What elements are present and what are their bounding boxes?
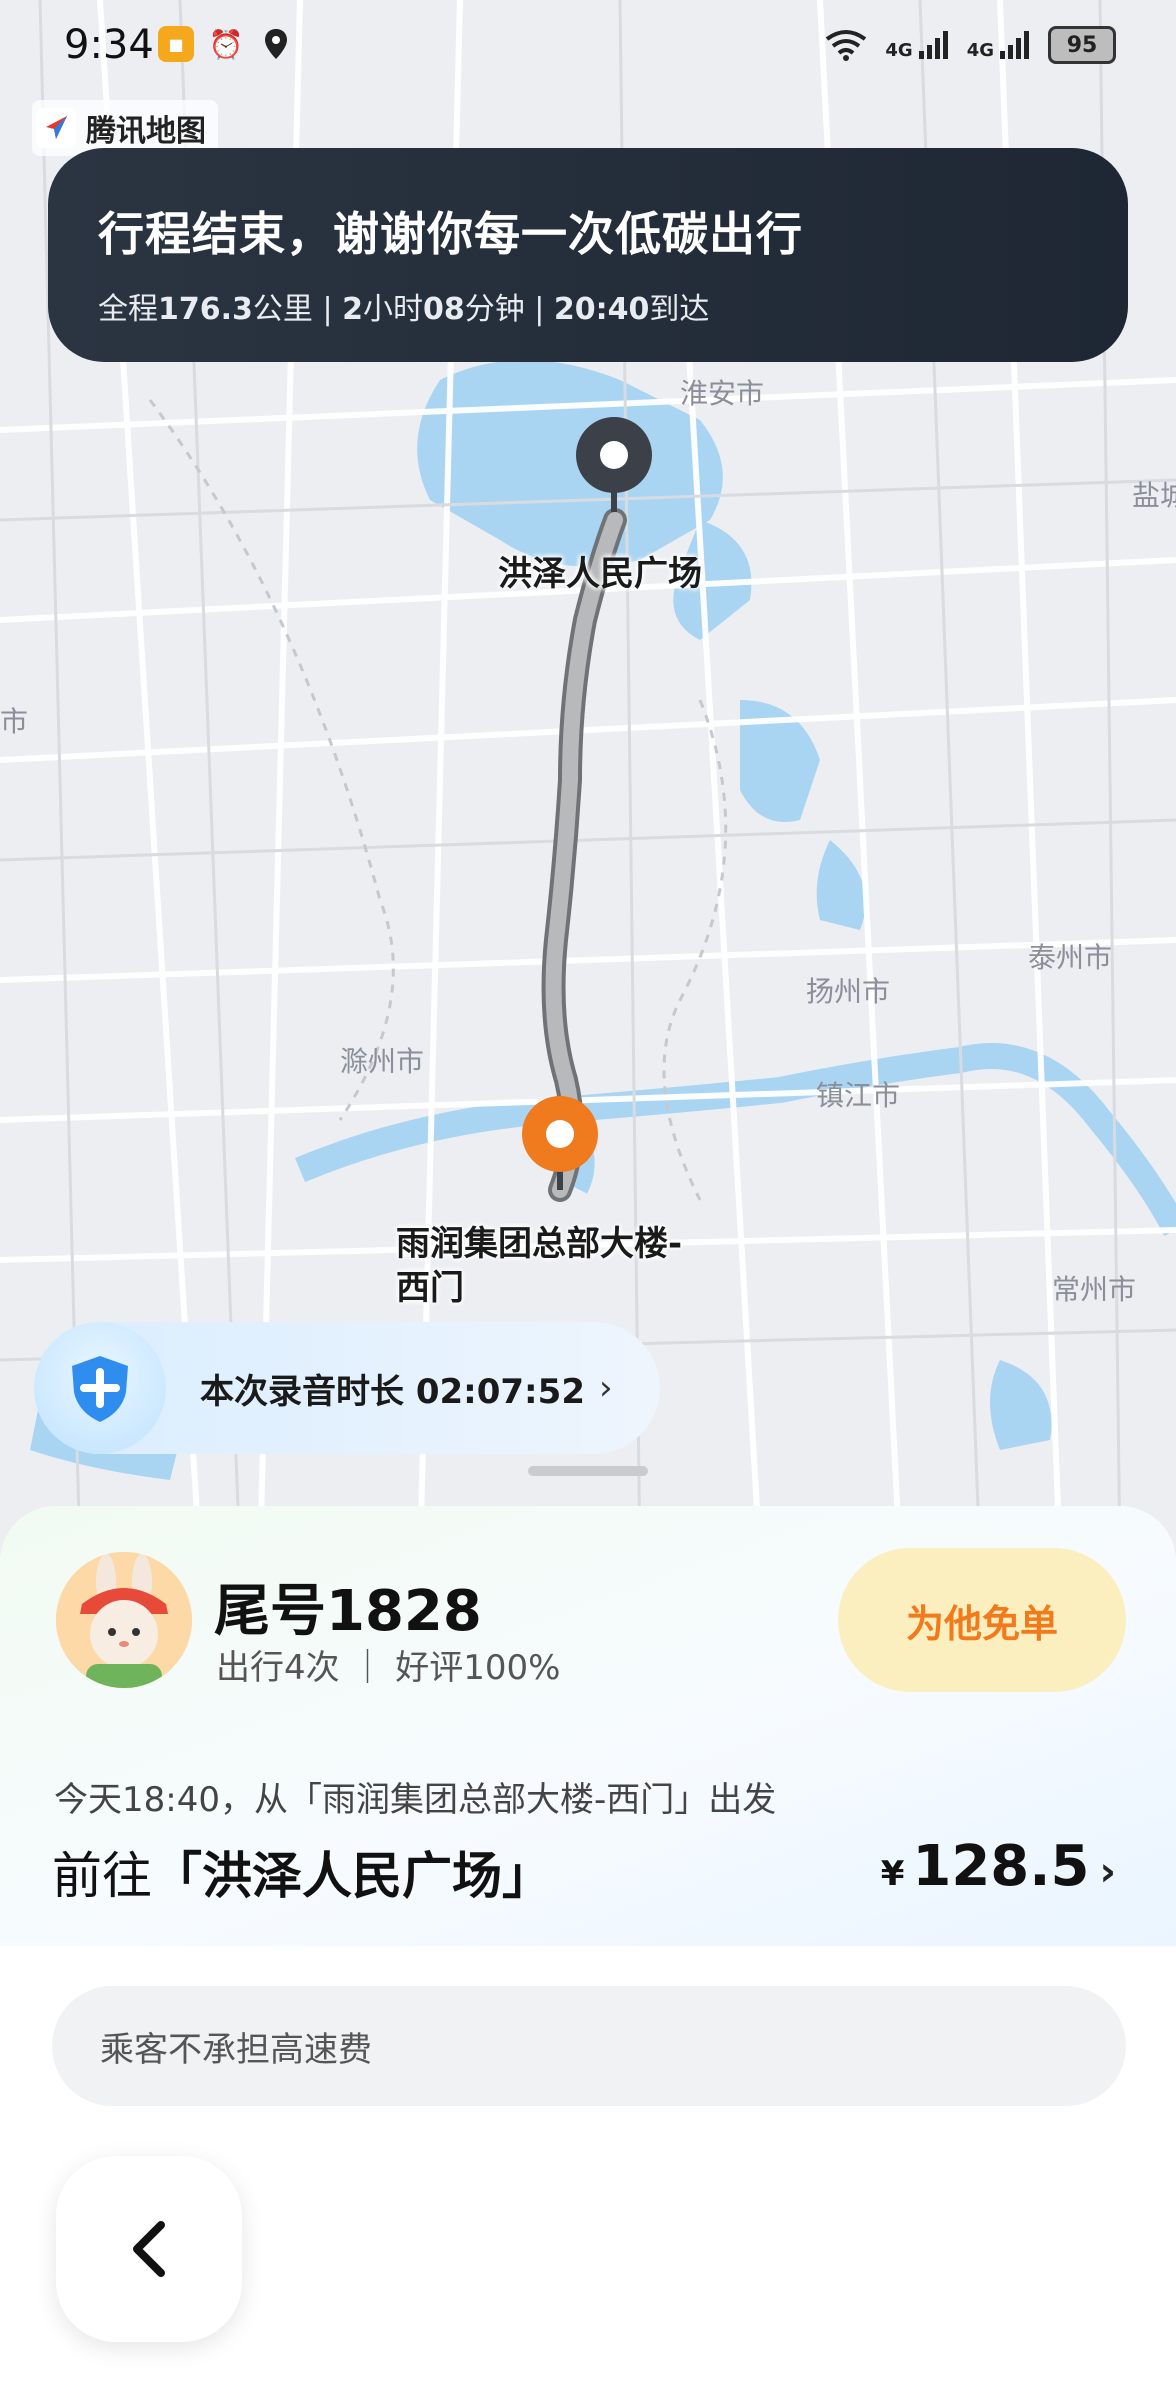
trip-summary: 全程176.3公里 | 2小时08分钟 | 20:40到达 [98, 292, 710, 327]
trip-detail-sheet: 尾号1828 出行4次 ｜ 好评100% 为他免单 今天18:40，从「雨润集团… [0, 1506, 1176, 2400]
status-left-icons: ■ ⏰ [158, 26, 294, 62]
map-label-edge: 市 [0, 705, 29, 738]
driver-avatar[interactable] [56, 1552, 192, 1688]
map-label-huaian: 淮安市 [680, 377, 765, 410]
map-label-chuzhou: 滁州市 [340, 1045, 425, 1078]
driver-stats: 出行4次 ｜ 好评100% [216, 1648, 561, 1688]
map-label-changzhou: 常州市 [1052, 1273, 1137, 1306]
trip-arrive-time: 20:40 [553, 292, 650, 327]
sheet-drag-handle[interactable] [528, 1466, 648, 1476]
origin-label: 雨润集团总部大楼- 西门 [396, 1222, 682, 1310]
toll-notice: 乘客不承担高速费 [52, 1986, 1126, 2106]
destination-prefix: 前往 [52, 1847, 152, 1905]
currency-symbol: ¥ [880, 1854, 905, 1894]
destination-label: 洪泽人民广场 [498, 554, 702, 594]
status-bar: 9:34 ■ ⏰ 4G 4G 95 [0, 0, 1176, 100]
recording-duration-pill[interactable]: 本次录音时长 02:07:52 › [34, 1322, 660, 1454]
destination-name: 「洪泽人民广场」 [152, 1847, 552, 1905]
fare-price[interactable]: ¥ 128.5 › [881, 1834, 1116, 1899]
status-right-icons: 4G 4G 95 [825, 26, 1116, 64]
origin-label-line1: 雨润集团总部大楼- [396, 1224, 683, 1264]
signal-2-icon: 4G [967, 29, 1030, 61]
battery-indicator: 95 [1048, 26, 1116, 64]
chevron-right-icon: › [1099, 1849, 1116, 1895]
shield-plus-icon [34, 1322, 166, 1454]
toll-notice-text: 乘客不承担高速费 [100, 2029, 372, 2070]
price-value: 128.5 [912, 1834, 1090, 1899]
chevron-right-icon: › [598, 1368, 613, 1408]
brand-name: 腾讯地图 [86, 114, 206, 149]
map-label-zhenjiang: 镇江市 [816, 1079, 901, 1112]
trip-distance: 176.3 [158, 292, 253, 327]
destination-info: 前往「洪泽人民广场」 [52, 1836, 552, 1908]
app-notification-icon: ■ [158, 26, 194, 62]
status-time: 9:34 [64, 22, 154, 68]
wifi-icon [826, 30, 867, 61]
trip-title: 行程结束，谢谢你每一次低碳出行 [98, 207, 803, 261]
alarm-icon: ⏰ [208, 27, 244, 61]
departure-info: 今天18:40，从「雨润集团总部大楼-西门」出发 [54, 1780, 777, 1820]
map-label-taizhou: 泰州市 [1028, 941, 1113, 974]
origin-label-line2: 西门 [396, 1268, 464, 1308]
location-icon [258, 26, 294, 62]
tencent-map-logo-icon [36, 108, 76, 148]
map-label-yancheng: 盐城 [1132, 479, 1176, 512]
recording-duration-label: 本次录音时长 02:07:52 [200, 1371, 585, 1412]
map-label-yangzhou: 扬州市 [806, 975, 891, 1008]
signal-1-icon: 4G [885, 29, 948, 61]
waive-fare-button[interactable]: 为他免单 [838, 1548, 1126, 1692]
back-button[interactable] [56, 2156, 242, 2342]
trip-hours: 2 [342, 292, 363, 327]
driver-name: 尾号1828 [214, 1579, 482, 1644]
chevron-left-icon [133, 2221, 165, 2277]
trip-minutes: 08 [422, 292, 465, 327]
trip-summary-banner: 行程结束，谢谢你每一次低碳出行 全程176.3公里 | 2小时08分钟 | 20… [48, 148, 1128, 362]
